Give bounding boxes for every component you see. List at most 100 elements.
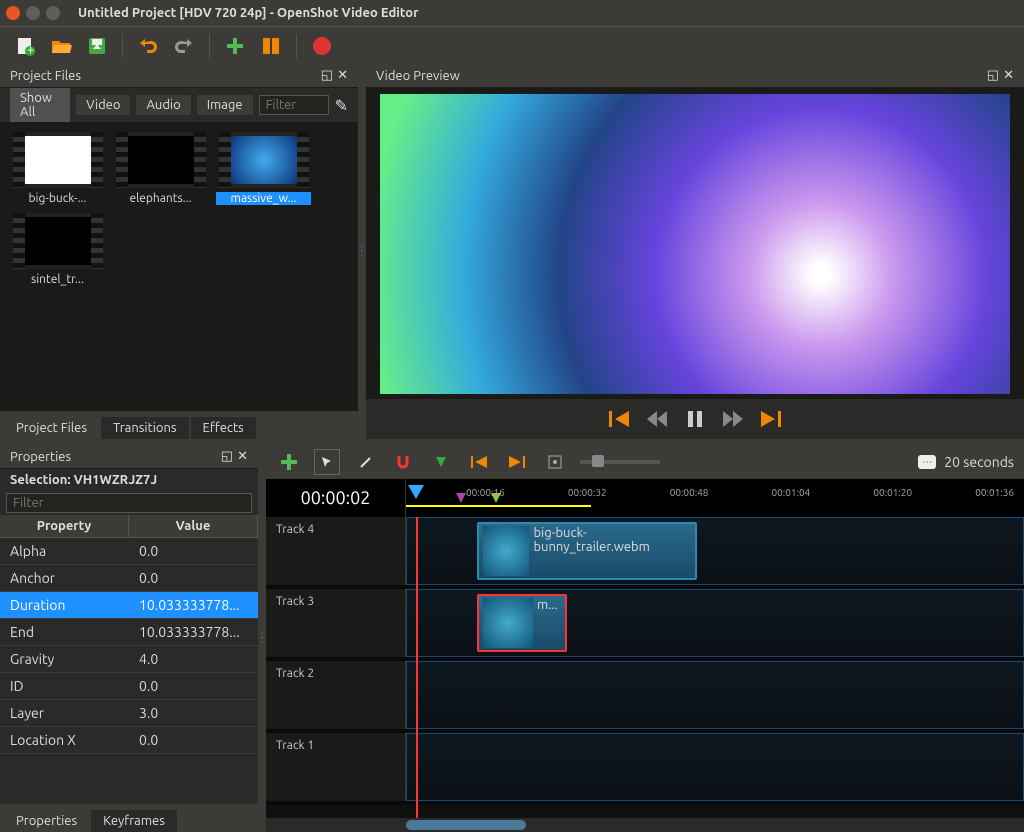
clip-label: m...	[537, 598, 558, 612]
close-panel-icon[interactable]: ✕	[237, 449, 248, 464]
show-all-tab[interactable]: Show All	[10, 88, 70, 122]
track-body[interactable]	[406, 733, 1024, 801]
audio-tab[interactable]: Audio	[136, 95, 190, 115]
window-minimize-button[interactable]	[26, 6, 40, 20]
zoom-slider[interactable]	[580, 460, 660, 464]
property-value[interactable]: 4.0	[129, 646, 258, 672]
add-marker-button[interactable]	[428, 449, 454, 475]
timeline-tracks[interactable]: Track 4big-buck-bunny_trailer.webmTrack …	[266, 517, 1024, 818]
property-row[interactable]: Location X0.0	[0, 727, 258, 754]
pointer-tool-button[interactable]	[314, 449, 340, 475]
property-name: Duration	[0, 592, 129, 618]
close-panel-icon[interactable]: ✕	[1003, 68, 1014, 83]
save-project-button[interactable]	[84, 33, 110, 59]
transitions-tab[interactable]: Transitions	[101, 417, 189, 439]
vertical-splitter-2[interactable]	[258, 445, 266, 832]
rewind-button[interactable]	[645, 407, 669, 431]
jump-start-button[interactable]	[607, 407, 631, 431]
property-value[interactable]: 0.0	[129, 565, 258, 591]
track-header[interactable]: Track 2	[266, 661, 406, 729]
project-file-item[interactable]: elephants...	[113, 132, 208, 205]
property-row[interactable]: Layer3.0	[0, 700, 258, 727]
properties-tab[interactable]: Properties	[4, 810, 89, 832]
new-project-button[interactable]: +	[12, 33, 38, 59]
file-thumbnail	[13, 132, 103, 188]
fast-forward-button[interactable]	[721, 407, 745, 431]
property-value[interactable]: 10.033333778...	[129, 619, 258, 645]
track-header[interactable]: Track 1	[266, 733, 406, 801]
timeline-panel: ⋯ 20 seconds 00:00:02 00:00:1600:00:3200…	[266, 445, 1024, 832]
playhead-line[interactable]	[416, 517, 418, 818]
file-label: elephants...	[113, 192, 208, 205]
video-preview-header: Video Preview ◱✕	[366, 64, 1024, 88]
project-files-tab[interactable]: Project Files	[4, 417, 99, 439]
property-row[interactable]: Anchor0.0	[0, 565, 258, 592]
timeline-track[interactable]: Track 3 m...	[266, 589, 1024, 661]
play-pause-button[interactable]	[683, 407, 707, 431]
property-value[interactable]: 3.0	[129, 700, 258, 726]
close-panel-icon[interactable]: ✕	[337, 68, 348, 83]
keyframes-tab[interactable]: Keyframes	[91, 810, 177, 832]
detach-icon[interactable]: ◱	[987, 68, 999, 83]
project-file-item[interactable]: sintel_tr...	[10, 213, 105, 286]
timeline-clip[interactable]: big-buck-bunny_trailer.webm	[477, 522, 697, 580]
jump-end-button[interactable]	[759, 407, 783, 431]
import-files-button[interactable]	[222, 33, 248, 59]
track-body[interactable]: big-buck-bunny_trailer.webm	[406, 517, 1024, 585]
file-label: sintel_tr...	[10, 273, 105, 286]
add-track-button[interactable]	[276, 449, 302, 475]
undo-button[interactable]	[135, 33, 161, 59]
property-name: Gravity	[0, 646, 129, 672]
detach-icon[interactable]: ◱	[321, 68, 333, 83]
property-value[interactable]: 0.0	[129, 538, 258, 564]
timeline-ruler[interactable]: 00:00:1600:00:3200:00:4800:01:0400:01:20…	[406, 479, 1024, 517]
timeline-track[interactable]: Track 1	[266, 733, 1024, 805]
prev-marker-button[interactable]	[466, 449, 492, 475]
project-file-item[interactable]: massive_w...	[216, 132, 311, 205]
timeline-clip[interactable]: m...	[477, 594, 567, 652]
clear-filter-icon[interactable]: ✎	[335, 96, 348, 115]
property-row[interactable]: ID0.0	[0, 673, 258, 700]
track-header[interactable]: Track 4	[266, 517, 406, 585]
project-file-item[interactable]: big-buck-...	[10, 132, 105, 205]
property-name: ID	[0, 673, 129, 699]
razor-tool-button[interactable]	[352, 449, 378, 475]
preview-area	[366, 88, 1024, 399]
track-body[interactable]: m...	[406, 589, 1024, 657]
property-column-header[interactable]: Property	[0, 515, 129, 537]
snapping-button[interactable]	[390, 449, 416, 475]
vertical-splitter[interactable]	[358, 64, 366, 439]
video-tab[interactable]: Video	[76, 95, 130, 115]
property-row[interactable]: Duration10.033333778...	[0, 592, 258, 619]
ruler-tick: 00:01:20	[873, 487, 912, 499]
timeline-scrollbar[interactable]	[266, 818, 1024, 832]
track-header[interactable]: Track 3	[266, 589, 406, 657]
track-body[interactable]	[406, 661, 1024, 729]
open-project-button[interactable]	[48, 33, 74, 59]
image-tab[interactable]: Image	[197, 95, 253, 115]
window-maximize-button[interactable]	[46, 6, 60, 20]
property-row[interactable]: Gravity4.0	[0, 646, 258, 673]
property-row[interactable]: Alpha0.0	[0, 538, 258, 565]
properties-header: Properties ◱✕	[0, 445, 258, 469]
clip-thumbnail	[483, 598, 533, 648]
redo-button[interactable]	[171, 33, 197, 59]
next-marker-button[interactable]	[504, 449, 530, 475]
center-playhead-button[interactable]	[542, 449, 568, 475]
profile-button[interactable]	[258, 33, 284, 59]
effects-tab[interactable]: Effects	[191, 417, 256, 439]
property-row[interactable]: End10.033333778...	[0, 619, 258, 646]
export-button[interactable]	[309, 33, 335, 59]
file-label: massive_w...	[216, 192, 311, 205]
timeline-track[interactable]: Track 2	[266, 661, 1024, 733]
project-filter-input[interactable]	[259, 95, 329, 115]
value-column-header[interactable]: Value	[129, 515, 258, 537]
timeline-track[interactable]: Track 4 big-buck-bunny_trailer.webm	[266, 517, 1024, 589]
property-value[interactable]: 0.0	[129, 673, 258, 699]
detach-icon[interactable]: ◱	[221, 449, 233, 464]
property-value[interactable]: 10.033333778...	[129, 592, 258, 618]
project-files-list[interactable]: big-buck-... elephants... massive_w...sint…	[0, 122, 358, 411]
property-value[interactable]: 0.0	[129, 727, 258, 753]
properties-filter-input[interactable]	[6, 493, 252, 513]
window-close-button[interactable]	[6, 6, 20, 20]
